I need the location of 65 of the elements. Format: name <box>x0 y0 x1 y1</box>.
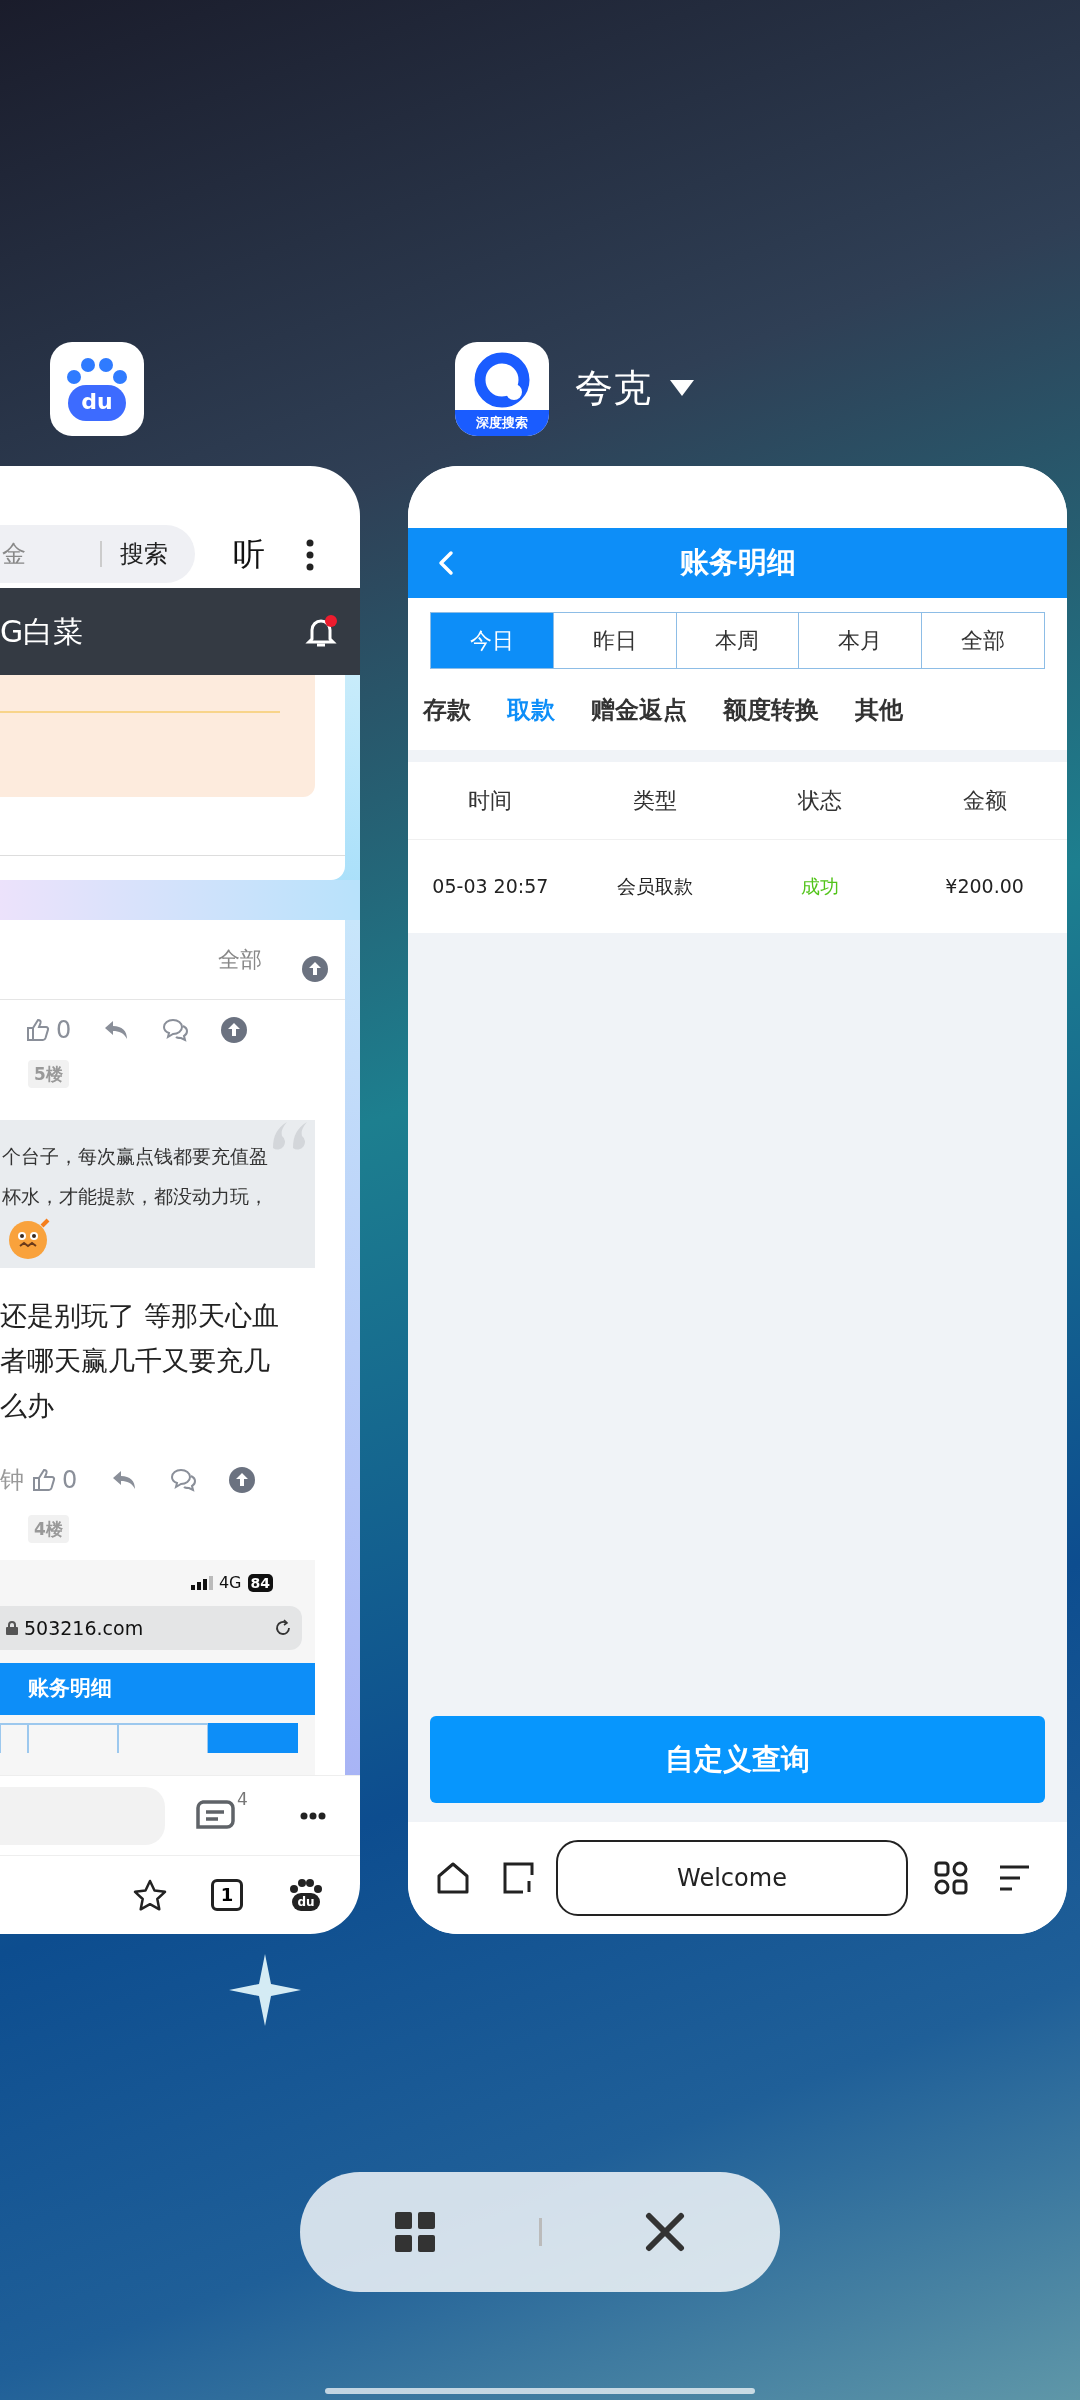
reply-icon[interactable] <box>103 1019 130 1041</box>
table-cell-text: 会员取款 <box>616 874 695 900</box>
arrow-up-circle-icon[interactable] <box>229 1467 256 1493</box>
comment-count: 4 <box>237 1787 248 1811</box>
grid-icon[interactable] <box>395 2212 435 2252</box>
quote-text: 杯水，才能提款，都没动力玩， <box>1 1184 269 1209</box>
app-icon[interactable]: du <box>50 342 144 436</box>
category-tab[interactable]: 其他 <box>855 691 903 728</box>
tab-count-button[interactable]: 1 <box>211 1879 243 1911</box>
emoji-icon <box>8 1218 52 1260</box>
address-bar[interactable]: Welcome <box>556 1840 908 1916</box>
floor-badge: 5楼 <box>28 1060 69 1088</box>
back-icon[interactable] <box>438 550 454 576</box>
category-tab[interactable]: 赠金返点 <box>591 691 687 728</box>
app-card[interactable]: 账务明细 今日 昨日 本周 本月 全部 存款 取款 赠金返点 额度转换 其他 时间 类型 状态 金额 05-03 20:57 会员取款 成功 ¥200.00 自定义查询 Welcome <box>408 466 1067 1934</box>
menu-icon[interactable] <box>998 1864 1030 1892</box>
table-cell-text: 05-03 20:57 <box>431 874 550 900</box>
lock-icon <box>6 1621 18 1635</box>
grid-icon[interactable] <box>934 1861 968 1895</box>
home-icon[interactable] <box>436 1861 470 1895</box>
url-text: 503216.com <box>24 1615 144 1641</box>
reply-icon[interactable] <box>111 1469 138 1491</box>
comment-text: 还是别玩了 等那天心血 者哪天赢几千又要充几 么办 <box>0 1299 280 1423</box>
search-bar[interactable]: 金 搜索 <box>0 525 195 583</box>
comment-icon[interactable] <box>169 1468 198 1492</box>
thumbs-up-icon[interactable] <box>26 1018 50 1042</box>
post-time: 钟 <box>0 1465 24 1496</box>
filter-link[interactable]: 全部 <box>218 943 262 976</box>
like-count: 0 <box>62 1465 78 1496</box>
column-header: 金额 <box>961 787 1008 815</box>
table-cell-text: ¥200.00 <box>944 874 1025 900</box>
search-button[interactable]: 搜索 <box>120 536 168 572</box>
battery-level: 84 <box>247 1574 273 1592</box>
close-icon[interactable] <box>645 2212 685 2252</box>
category-tab[interactable]: 存款 <box>423 691 471 728</box>
signal-icon <box>190 1576 213 1590</box>
column-header: 类型 <box>632 787 679 815</box>
more-vertical-icon[interactable] <box>305 539 315 571</box>
like-count: 0 <box>56 1015 72 1046</box>
status-text: 成功 <box>799 874 840 900</box>
page-title: 账务明细 <box>28 1675 112 1703</box>
site-title: G白菜 <box>0 613 84 651</box>
floor-badge: 4楼 <box>28 1515 69 1543</box>
search-field[interactable]: 金 <box>0 536 100 572</box>
page-title: 账务明细 <box>679 544 796 582</box>
thumbs-up-icon[interactable] <box>32 1468 56 1492</box>
star-icon[interactable] <box>133 1879 167 1911</box>
tabs-icon[interactable] <box>502 1861 536 1895</box>
network-label: 4G <box>218 1572 242 1594</box>
baidu-logo[interactable]: du <box>289 1879 323 1911</box>
listen-button[interactable]: 听 <box>233 525 265 583</box>
category-tab[interactable]: 额度转换 <box>723 691 819 728</box>
arrow-up-circle-icon[interactable] <box>221 1017 248 1043</box>
app-icon[interactable]: 深度搜索 <box>455 342 549 436</box>
bell-icon[interactable] <box>304 614 338 649</box>
column-header: 状态 <box>796 787 843 815</box>
comment-icon[interactable] <box>161 1018 190 1042</box>
arrow-up-circle-icon[interactable] <box>302 955 328 982</box>
column-header: 时间 <box>467 787 514 815</box>
caret-icon[interactable] <box>669 379 695 397</box>
app-name[interactable]: 夸克 <box>575 362 651 414</box>
quote-text: 个台子，每次赢点钱都要充值盈 <box>1 1144 269 1169</box>
reload-icon <box>274 1619 292 1637</box>
app-card[interactable]: 金 搜索 听 G白菜 全部 0 5楼 个台子，每次赢点钱都要充值盈 杯水，才能提款，都没动力玩， 还是别玩了 等那天心血 者哪天赢几千又要充几 么办 钟 0 4楼 4G 84 503216.com 账务明细 4 1 du <box>0 466 360 1934</box>
more-horizontal-icon[interactable] <box>299 1811 326 1820</box>
